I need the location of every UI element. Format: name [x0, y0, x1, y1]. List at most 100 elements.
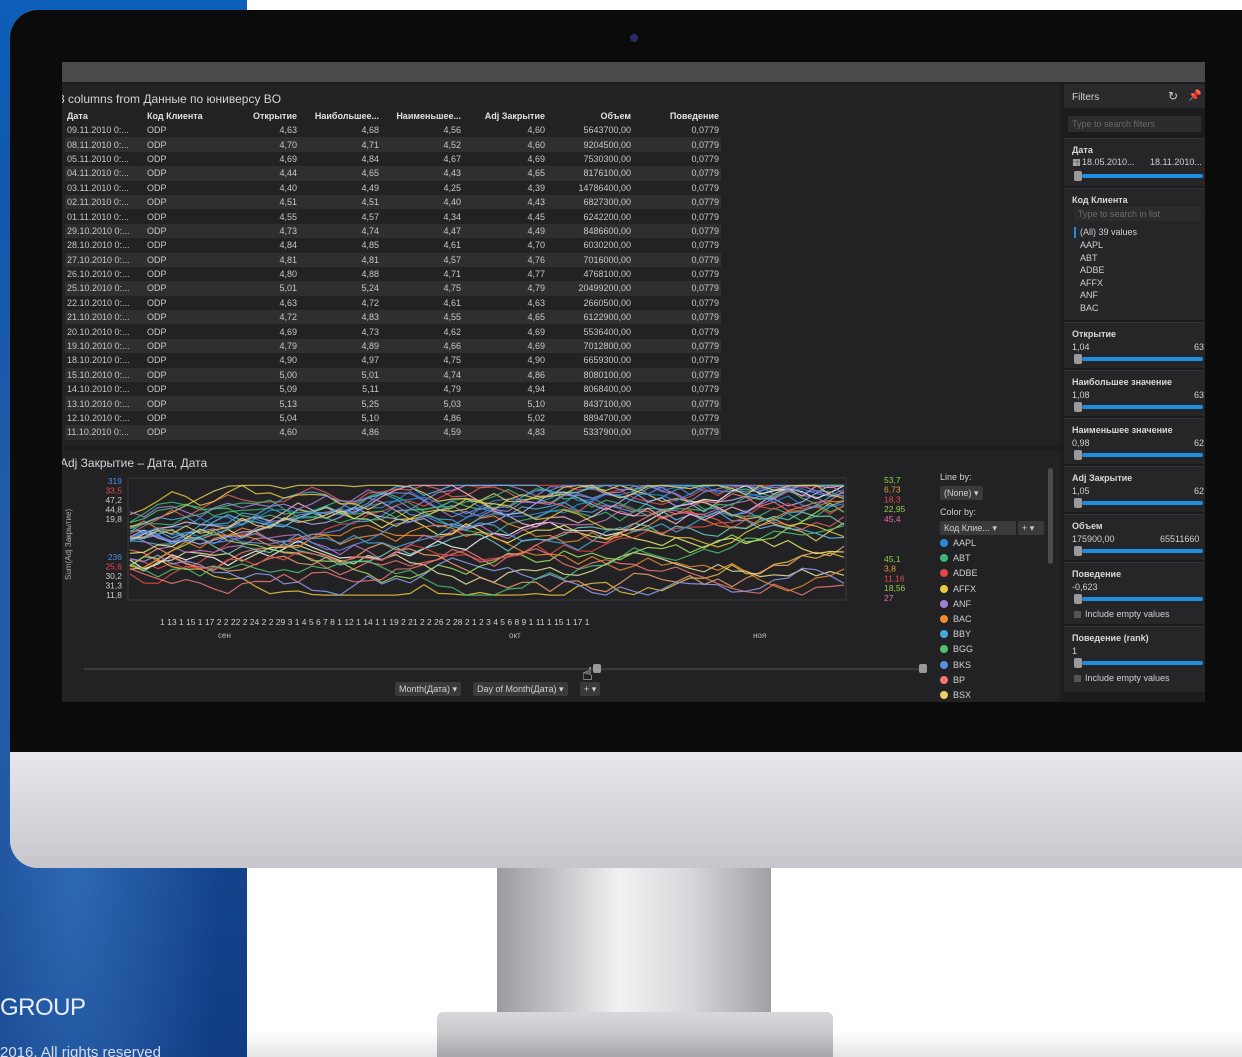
table-row[interactable]: 09.11.2010 0:... ODP 4,63 4,68 4,56 4,60 56437…: [65, 123, 721, 137]
filter-volume-handle[interactable]: [1074, 546, 1082, 556]
legend-item[interactable]: ABT: [940, 553, 971, 563]
table-header-cell[interactable]: Наименьшее...: [381, 109, 463, 123]
filter-adj-handle[interactable]: [1074, 498, 1082, 508]
table-header-cell[interactable]: Код Клиента: [145, 109, 225, 123]
color-by-dropdown[interactable]: Код Клие... ▾: [940, 521, 1016, 535]
table-row[interactable]: 08.11.2010 0:... ODP 4,70 4,71 4,52 4,60 92045…: [65, 137, 721, 152]
table-row[interactable]: 27.10.2010 0:... ODP 4,81 4,81 4,57 4,76 70160…: [65, 252, 721, 267]
table-cell: 4,79: [225, 338, 299, 354]
filter-behavior-range[interactable]: [1082, 597, 1203, 601]
color-by-add-button[interactable]: + ▾: [1018, 521, 1044, 535]
table-cell: 5,25: [299, 396, 381, 411]
filter-high-handle[interactable]: [1074, 402, 1082, 412]
filter-adj-range[interactable]: [1082, 501, 1203, 505]
table-row[interactable]: 29.10.2010 0:... ODP 4,73 4,74 4,47 4,49 84866…: [65, 223, 721, 239]
x-axis-selector-day[interactable]: Day of Month(Дата) ▾: [473, 682, 568, 696]
table-cell: 18.10.2010 0:...: [67, 355, 130, 366]
filter-client-item[interactable]: ADBE: [1080, 265, 1105, 275]
filter-behavior-rank-range[interactable]: [1082, 661, 1203, 665]
filter-behavior-rank-min: 1: [1072, 646, 1078, 656]
table-header-cell[interactable]: Adj Закрытие: [463, 109, 547, 123]
legend-item[interactable]: BP: [940, 675, 965, 685]
legend-item[interactable]: BKS: [940, 660, 971, 670]
table-header-cell[interactable]: Дата: [65, 109, 145, 123]
filter-open-range[interactable]: [1082, 357, 1203, 361]
legend-item[interactable]: ANF: [940, 599, 971, 609]
right-series-label: 27: [884, 593, 894, 603]
table-cell: ODP: [147, 211, 167, 222]
table-row[interactable]: 19.10.2010 0:... ODP 4,79 4,89 4,66 4,69 70128…: [65, 338, 721, 354]
x-range-handle-left[interactable]: [593, 664, 601, 673]
table-row[interactable]: 02.11.2010 0:... ODP 4,51 4,51 4,40 4,43 68273…: [65, 194, 721, 210]
filter-low-handle[interactable]: [1074, 450, 1082, 460]
filter-high-range[interactable]: [1082, 405, 1203, 409]
filter-volume-range[interactable]: [1082, 549, 1203, 553]
legend-item[interactable]: AAPL: [940, 538, 976, 548]
x-range-slider[interactable]: [84, 668, 924, 670]
legend-swatch: [940, 539, 948, 547]
table-cell: 21.10.2010 0:...: [65, 310, 145, 325]
table-row[interactable]: 25.10.2010 0:... ODP 5,01 5,24 4,75 4,79 20499…: [65, 281, 721, 296]
filter-open-handle[interactable]: [1074, 354, 1082, 364]
filter-adj-min: 1,05: [1072, 486, 1090, 496]
pin-icon[interactable]: 📌: [1188, 89, 1202, 102]
table-row[interactable]: 04.11.2010 0:... ODP 4,44 4,65 4,43 4,65 81761…: [65, 166, 721, 181]
filter-behavior-rank-handle[interactable]: [1074, 658, 1082, 668]
x-axis-add-button[interactable]: + ▾: [580, 682, 601, 696]
filters-search-input[interactable]: Type to search filters: [1068, 116, 1201, 132]
filter-behavior-rank-include-empty[interactable]: Include empty values: [1074, 673, 1170, 683]
filter-low-label: Наименьшее значение: [1072, 425, 1173, 435]
table-cell: 09.11.2010 0:...: [67, 125, 129, 136]
filter-client-item[interactable]: BAC: [1080, 303, 1099, 313]
line-by-dropdown[interactable]: (None) ▾: [940, 486, 983, 500]
table-row[interactable]: 01.11.2010 0:... ODP 4,55 4,57 4,34 4,45 62422…: [65, 209, 721, 223]
filter-date-handle[interactable]: [1074, 171, 1082, 181]
right-series-label: 3,8: [884, 564, 896, 574]
filter-high: Наибольшее значение 1,08 63: [1064, 370, 1205, 416]
table-cell: 4,49: [361, 182, 379, 193]
table-row[interactable]: 15.10.2010 0:... ODP 5,00 5,01 4,74 4,86 80801…: [65, 367, 721, 383]
filter-client-item[interactable]: ABT: [1080, 253, 1098, 263]
legend-item[interactable]: AFFX: [940, 584, 976, 594]
legend-scrollbar[interactable]: [1048, 468, 1053, 564]
table-cell: 5,01: [225, 281, 299, 296]
table-row[interactable]: 05.11.2010 0:... ODP 4,69 4,84 4,67 4,69 75303…: [65, 152, 721, 166]
filter-behavior-include-empty[interactable]: Include empty values: [1074, 609, 1170, 619]
table-header-cell[interactable]: Открытие: [225, 109, 299, 123]
table-row[interactable]: 26.10.2010 0:... ODP 4,80 4,88 4,71 4,77 47681…: [65, 267, 721, 281]
table-row[interactable]: 11.10.2010 0:... ODP 4,60 4,86 4,59 4,83 53379…: [65, 425, 721, 440]
table-header-cell[interactable]: Поведение: [633, 109, 721, 123]
x-axis-selector-month[interactable]: Month(Дата) ▾: [395, 682, 461, 696]
table-row[interactable]: 21.10.2010 0:... ODP 4,72 4,83 4,55 4,65 61229…: [65, 310, 721, 325]
filter-date-range[interactable]: [1082, 174, 1203, 178]
filter-low: Наименьшее значение 0,98 62: [1064, 418, 1205, 464]
table-row[interactable]: 13.10.2010 0:... ODP 5,13 5,25 5,03 5,10 84371…: [65, 396, 721, 411]
calendar-icon[interactable]: ▦: [1072, 157, 1081, 168]
table-cell: 7012800,00: [547, 338, 633, 354]
table-header-cell[interactable]: Объем: [547, 109, 633, 123]
table-row[interactable]: 28.10.2010 0:... ODP 4,84 4,85 4,61 4,70 60302…: [65, 238, 721, 252]
table-row[interactable]: 03.11.2010 0:... ODP 4,40 4,49 4,25 4,39 14786…: [65, 181, 721, 195]
table-header-cell[interactable]: Наибольшее...: [299, 109, 381, 123]
table-row[interactable]: 12.10.2010 0:... ODP 5,04 5,10 4,86 5,02 88947…: [65, 411, 721, 425]
table-row[interactable]: 14.10.2010 0:... ODP 5,09 5,11 4,79 4,94 80684…: [65, 382, 721, 396]
plus-icon: +: [584, 684, 590, 694]
reset-icon[interactable]: ↻: [1168, 89, 1178, 103]
x-range-handle-right[interactable]: [919, 664, 927, 673]
filter-client-search-input[interactable]: Type to search in list: [1074, 207, 1201, 221]
table-row[interactable]: 18.10.2010 0:... ODP 4,90 4,97 4,75 4,90 66593…: [65, 353, 721, 367]
filter-client-item[interactable]: AAPL: [1080, 240, 1103, 250]
table-row[interactable]: 20.10.2010 0:... ODP 4,69 4,73 4,62 4,69 55364…: [65, 324, 721, 338]
legend-item[interactable]: BSX: [940, 690, 971, 700]
filter-client-item[interactable]: ANF: [1080, 290, 1098, 300]
filter-behavior-handle[interactable]: [1074, 594, 1082, 604]
table-row[interactable]: 22.10.2010 0:... ODP 4,63 4,72 4,61 4,63 26605…: [65, 296, 721, 310]
legend-item[interactable]: BBY: [940, 629, 971, 639]
legend-item[interactable]: ADBE: [940, 568, 978, 578]
legend-item[interactable]: BGG: [940, 644, 973, 654]
filter-client-item[interactable]: AFFX: [1080, 278, 1103, 288]
filter-client-all[interactable]: (All) 39 values: [1080, 227, 1137, 237]
table-cell: ODP: [145, 137, 225, 152]
legend-item[interactable]: BAC: [940, 614, 972, 624]
filter-low-range[interactable]: [1082, 453, 1203, 457]
